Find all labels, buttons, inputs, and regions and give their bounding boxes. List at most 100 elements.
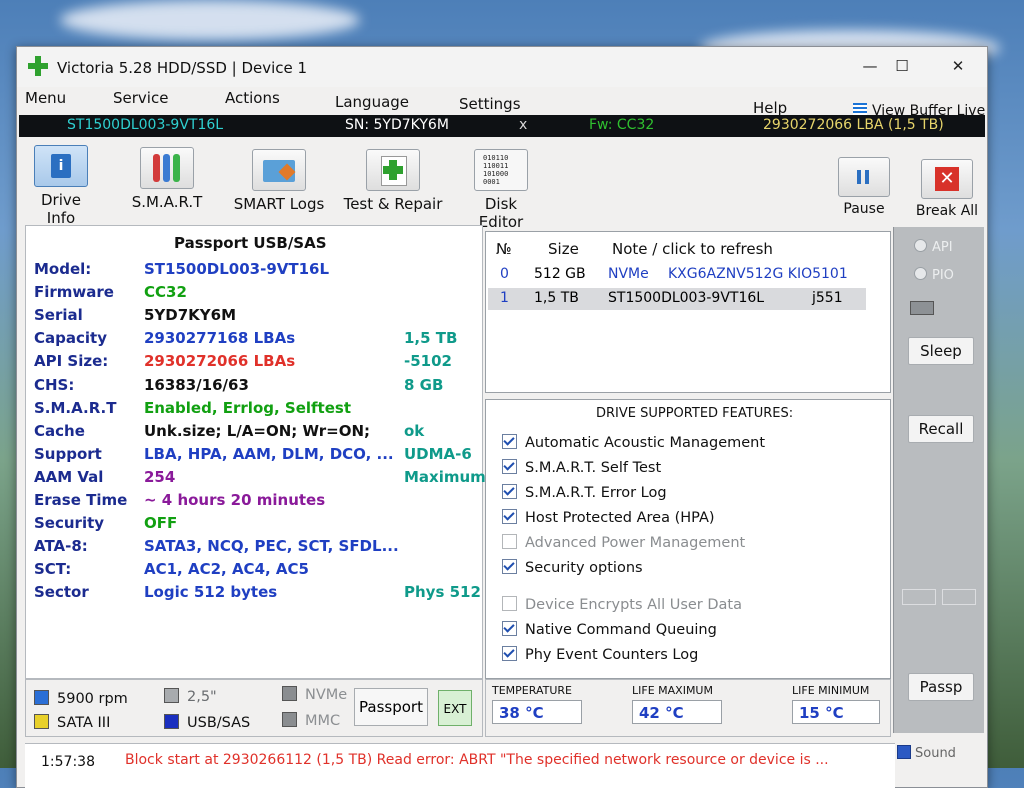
feature-checkbox[interactable]: Native Command Queuing (502, 621, 717, 638)
feature-checkbox[interactable]: Phy Event Counters Log (502, 646, 698, 663)
smart-button[interactable]: S.M.A.R.T (129, 147, 205, 211)
feature-label: Device Encrypts All User Data (525, 597, 742, 613)
menu-item-settings[interactable]: Settings (459, 95, 521, 113)
temperature-label: TEMPERATURE (492, 684, 572, 697)
drive-info-key: Model: (34, 260, 92, 278)
sata-label: SATA III (57, 715, 111, 731)
drive-info-value: LBA, HPA, AAM, DLM, DCO, ... (144, 444, 394, 463)
checkbox-icon (502, 459, 517, 474)
feature-checkbox[interactable]: Automatic Acoustic Management (502, 434, 765, 451)
disk-editor-button[interactable]: 010110 110011 101000 0001 Disk Editor (461, 149, 541, 231)
nvme-indicator: NVMe (282, 686, 347, 703)
device-type: ST1500DL003-9VT16L (608, 290, 765, 306)
title-bar: Victoria 5.28 HDD/SSD | Device 1 — ☐ ✕ (17, 47, 987, 87)
drive-info-extra: 1,5 TB (404, 329, 458, 348)
drive-info-row: Firmware CC32 (26, 283, 482, 305)
pause-icon (838, 157, 890, 197)
drive-info-row: Serial 5YD7KY6M (26, 306, 482, 328)
api-radio[interactable]: API (914, 239, 953, 255)
rpm-indicator: 5900 rpm (34, 690, 128, 707)
drive-info-value: AC1, AC2, AC4, AC5 (144, 560, 309, 579)
right-control-column: API PIO Sleep Recall Passp (893, 227, 984, 733)
checkbox-icon (502, 559, 517, 574)
sound-checkbox (897, 745, 911, 759)
device-list[interactable]: № Size Note / click to refresh 0 512 GB … (485, 231, 891, 393)
feature-label: Automatic Acoustic Management (525, 435, 766, 451)
drive-info-row: ATA-8: SATA3, NCQ, PEC, SCT, SFDL... (26, 537, 482, 559)
device-lba: 2930272066 LBA (1,5 TB) (763, 117, 944, 133)
drive-info-extra: 8 GB (404, 375, 444, 394)
small-button-right[interactable] (942, 589, 976, 605)
drive-info-key: API Size: (34, 352, 109, 371)
drive-info-row: S.M.A.R.T Enabled, Errlog, Selftest (26, 399, 482, 421)
device-close[interactable]: x (519, 117, 527, 133)
drive-info-key: Serial (34, 306, 83, 325)
checkbox-icon (502, 534, 517, 549)
drive-info-icon: i (34, 145, 88, 187)
device-firmware: Fw: CC32 (589, 117, 655, 133)
drive-info-extra: Maximum (404, 467, 486, 486)
form-factor-indicator: 2,5" (164, 688, 217, 705)
passport-button[interactable]: Passport (354, 688, 428, 726)
nvme-label: NVMe (305, 687, 348, 703)
drive-info-value: 2930272066 LBAs (144, 352, 296, 371)
small-button-left[interactable] (902, 589, 936, 605)
device-list-header-number: № (496, 240, 512, 258)
menu-item-menu[interactable]: Menu (25, 89, 66, 107)
checkbox-icon (502, 509, 517, 524)
pio-radio[interactable]: PIO (914, 267, 954, 283)
menu-item-actions[interactable]: Actions (225, 89, 280, 107)
drive-info-row: API Size: 2930272066 LBAs -5102 (26, 352, 482, 374)
mmc-swatch (282, 712, 297, 727)
smart-logs-button[interactable]: SMART Logs (231, 149, 327, 213)
break-all-icon: ✕ (921, 159, 973, 199)
device-rev: j551 (812, 290, 843, 306)
smart-icon (140, 147, 194, 189)
break-all-button[interactable]: ✕ Break All (915, 159, 979, 219)
close-button[interactable]: ✕ (943, 57, 973, 75)
feature-checkbox[interactable]: Security options (502, 559, 643, 576)
drive-info-key: Capacity (34, 329, 107, 348)
drive-info-row: Capacity 2930277168 LBAs 1,5 TB (26, 329, 482, 351)
drive-info-value: ~ 4 hours 20 minutes (144, 491, 326, 509)
drive-info-extra: ok (404, 421, 425, 440)
ext-button[interactable]: EXT (438, 690, 472, 726)
device-list-row[interactable]: 1 1,5 TB ST1500DL003-9VT16L j551 (488, 288, 866, 310)
sleep-button[interactable]: Sleep (908, 337, 974, 365)
drive-info-key: AAM Val (34, 467, 104, 486)
test-repair-label: Test & Repair (343, 195, 443, 213)
device-model: ST1500DL003-9VT16L (67, 117, 224, 133)
break-all-label: Break All (915, 203, 979, 219)
drive-info-header: Passport USB/SAS (174, 234, 327, 252)
feature-checkbox[interactable]: Device Encrypts All User Data (502, 596, 742, 613)
passp-button[interactable]: Passp (908, 673, 974, 701)
device-list-header-note[interactable]: Note / click to refresh (612, 240, 773, 258)
sound-toggle[interactable]: Sound (897, 745, 956, 761)
test-repair-button[interactable]: Test & Repair (343, 149, 443, 213)
feature-checkbox[interactable]: S.M.A.R.T. Error Log (502, 484, 667, 501)
maximize-button[interactable]: ☐ (887, 57, 917, 75)
drive-info-row: Support LBA, HPA, AAM, DLM, DCO, ... UDMA-… (26, 445, 482, 467)
drive-info-value: SATA3, NCQ, PEC, SCT, SFDL... (144, 537, 399, 556)
toolbar: i Drive Info S.M.A.R.T SMART Logs Test &… (17, 139, 987, 231)
form-factor-swatch (164, 688, 179, 703)
feature-checkbox[interactable]: Advanced Power Management (502, 534, 745, 551)
device-list-row[interactable]: 0 512 GB NVMe KXG6AZNV512G KIO5101 (488, 264, 866, 286)
drive-info-extra: -5102 (404, 352, 452, 371)
drive-info-key: Erase Time (34, 491, 128, 509)
recall-button[interactable]: Recall (908, 415, 974, 443)
checkbox-icon (502, 621, 517, 636)
menu-item-service[interactable]: Service (113, 89, 168, 107)
drive-info-row: Sector Logic 512 bytes Phys 512 (26, 583, 482, 605)
drive-info-button[interactable]: i Drive Info (25, 145, 97, 227)
menu-item-language[interactable]: Language (335, 93, 409, 111)
disk-editor-icon: 010110 110011 101000 0001 (474, 149, 528, 191)
feature-checkbox[interactable]: Host Protected Area (HPA) (502, 509, 715, 526)
pio-label: PIO (932, 268, 954, 283)
pause-button[interactable]: Pause (837, 157, 891, 217)
checkbox-icon (502, 646, 517, 661)
window-title: Victoria 5.28 HDD/SSD | Device 1 (57, 59, 308, 77)
indicator-led (910, 301, 934, 315)
feature-checkbox[interactable]: S.M.A.R.T. Self Test (502, 459, 661, 476)
minimize-button[interactable]: — (855, 57, 885, 75)
